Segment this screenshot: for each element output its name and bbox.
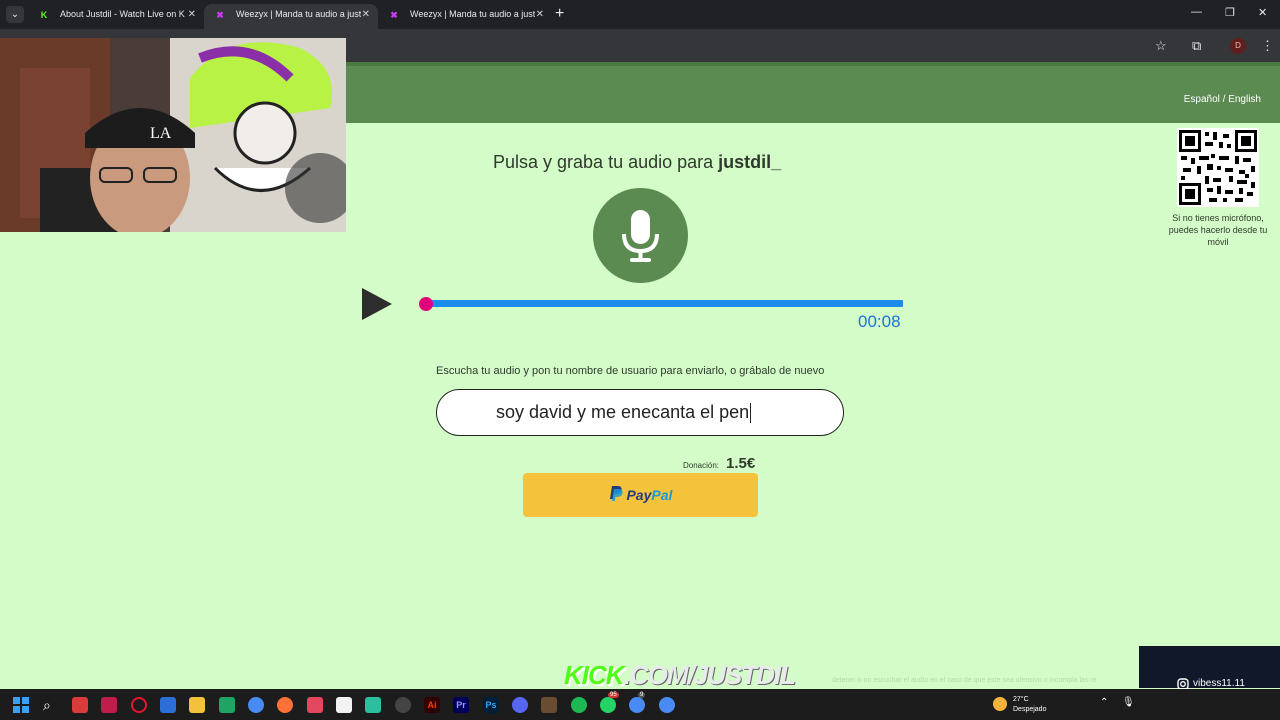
tab-title: Weezyx | Manda tu audio a justdil_ — [236, 9, 361, 19]
paypal-pay-text: Pay — [626, 487, 652, 503]
audio-progress-bar[interactable] — [421, 300, 903, 307]
prompt-text: Pulsa y graba tu audio para — [493, 152, 719, 172]
username-input[interactable]: soy david y me enecanta el pen — [436, 389, 844, 436]
app-icon[interactable] — [541, 697, 557, 713]
file-icon[interactable] — [336, 697, 352, 713]
app-icon[interactable] — [365, 697, 381, 713]
illustrator-icon[interactable]: Ai — [424, 697, 440, 713]
paypal-button[interactable]: PayPal — [523, 473, 758, 517]
text-caret — [750, 403, 752, 424]
browser-tab-3[interactable]: ✖ Weezyx | Manda tu audio a justdil_ ✕ — [378, 4, 552, 29]
app-icon[interactable] — [395, 697, 411, 713]
opera-icon[interactable] — [131, 697, 147, 713]
username-value: soy david y me enecanta el pen — [496, 402, 750, 422]
app-icon[interactable] — [101, 697, 117, 713]
donation-label: Donación: — [683, 461, 720, 470]
bookmark-star-icon[interactable]: ☆ — [1155, 38, 1167, 54]
kick-icon: K — [40, 10, 48, 20]
profile-avatar[interactable]: D — [1230, 38, 1246, 54]
folder-icon[interactable] — [189, 697, 205, 713]
chrome-icon[interactable] — [248, 697, 264, 713]
instructions-text: Escucha tu audio y pon tu nombre de usua… — [436, 365, 825, 377]
chrome-icon[interactable] — [629, 697, 645, 713]
tab-search-chevron-icon[interactable]: ⌄ — [6, 6, 24, 23]
site-header: Español / English — [346, 62, 1280, 123]
qr-code-image — [1179, 130, 1257, 205]
weezyx-icon: ✖ — [390, 10, 398, 20]
chrome-icon[interactable] — [659, 697, 675, 713]
streamer-name: justdil_ — [718, 152, 782, 172]
spotify-icon[interactable] — [571, 697, 587, 713]
kick-prefix: KICK — [564, 660, 625, 690]
qr-code — [1177, 128, 1259, 207]
record-prompt: Pulsa y graba tu audio para justdil_ — [493, 152, 781, 173]
microphone-tray-icon[interactable]: 🎙 — [1122, 697, 1135, 708]
donation-amount: 1.5€ — [726, 455, 756, 472]
webcam-image: LA — [0, 38, 346, 232]
windows-taskbar: ⌕ Ai Pr Ps 95 9 27°C Despejado ⌃ 🎙 — [0, 689, 1280, 720]
svg-text:LA: LA — [150, 125, 172, 142]
app-icon[interactable] — [72, 697, 88, 713]
record-microphone-button[interactable] — [593, 188, 688, 283]
close-tab-icon[interactable]: ✕ — [362, 4, 370, 25]
windows-start-icon[interactable] — [13, 697, 29, 713]
whatsapp-icon[interactable] — [600, 697, 616, 713]
instagram-overlay: vibess11.11 — [1139, 646, 1280, 690]
search-icon[interactable]: ⌕ — [43, 697, 59, 713]
notification-badge: 9 — [638, 692, 646, 698]
browser-tab-2[interactable]: ✖ Weezyx | Manda tu audio a justdil_ ✕ — [204, 4, 378, 29]
store-icon[interactable] — [160, 697, 176, 713]
minimize-icon[interactable]: — — [1191, 6, 1202, 18]
weezyx-icon: ✖ — [216, 10, 224, 20]
new-tab-plus-icon[interactable]: + — [555, 5, 564, 23]
audio-time: 00:08 — [858, 312, 901, 331]
restore-icon[interactable]: ❐ — [1225, 6, 1235, 19]
webcam-overlay: LA — [0, 38, 346, 232]
more-menu-icon[interactable]: ⋮ — [1261, 38, 1274, 54]
kick-url-overlay: KICK.COM/JUSTDIL — [564, 660, 796, 691]
app-icon[interactable] — [307, 697, 323, 713]
extensions-puzzle-icon[interactable]: ⧉ — [1192, 38, 1201, 54]
microphone-icon — [622, 210, 659, 262]
firefox-icon[interactable] — [277, 697, 293, 713]
discord-icon[interactable] — [512, 697, 528, 713]
paypal-logo-icon — [609, 486, 623, 501]
qr-instructions: Si no tienes micrófono, puedes hacerlo d… — [1168, 213, 1268, 247]
photoshop-icon[interactable]: Ps — [483, 697, 499, 713]
close-tab-icon[interactable]: ✕ — [536, 4, 544, 25]
tab-title: About Justdil - Watch Live on Kick — [60, 9, 185, 19]
close-tab-icon[interactable]: ✕ — [188, 4, 196, 25]
paypal-pal-text: Pal — [651, 487, 673, 503]
play-icon[interactable] — [362, 288, 392, 320]
browser-tab-bar: ⌄ K About Justdil - Watch Live on Kick ✕… — [0, 0, 1280, 29]
weather-temp: 27°C — [1013, 696, 1029, 703]
weather-desc: Despejado — [1013, 706, 1047, 713]
footer-disclaimer: detener o no escuchar el audio en el cas… — [832, 677, 1097, 684]
instagram-handle: vibess11.11 — [1193, 678, 1245, 689]
tab-title: Weezyx | Manda tu audio a justdil_ — [410, 9, 535, 19]
kick-rest: .COM/JUSTDIL — [623, 660, 796, 690]
browser-tab-1[interactable]: K About Justdil - Watch Live on Kick ✕ — [28, 4, 204, 29]
tray-chevron-up-icon[interactable]: ⌃ — [1100, 697, 1108, 708]
drive-icon[interactable] — [219, 697, 235, 713]
moon-icon — [993, 697, 1007, 711]
premiere-icon[interactable]: Pr — [453, 697, 469, 713]
language-toggle[interactable]: Español / English — [1184, 94, 1261, 105]
close-window-icon[interactable]: ✕ — [1258, 6, 1267, 19]
notification-badge: 95 — [608, 692, 619, 698]
audio-progress-knob[interactable] — [418, 297, 433, 311]
